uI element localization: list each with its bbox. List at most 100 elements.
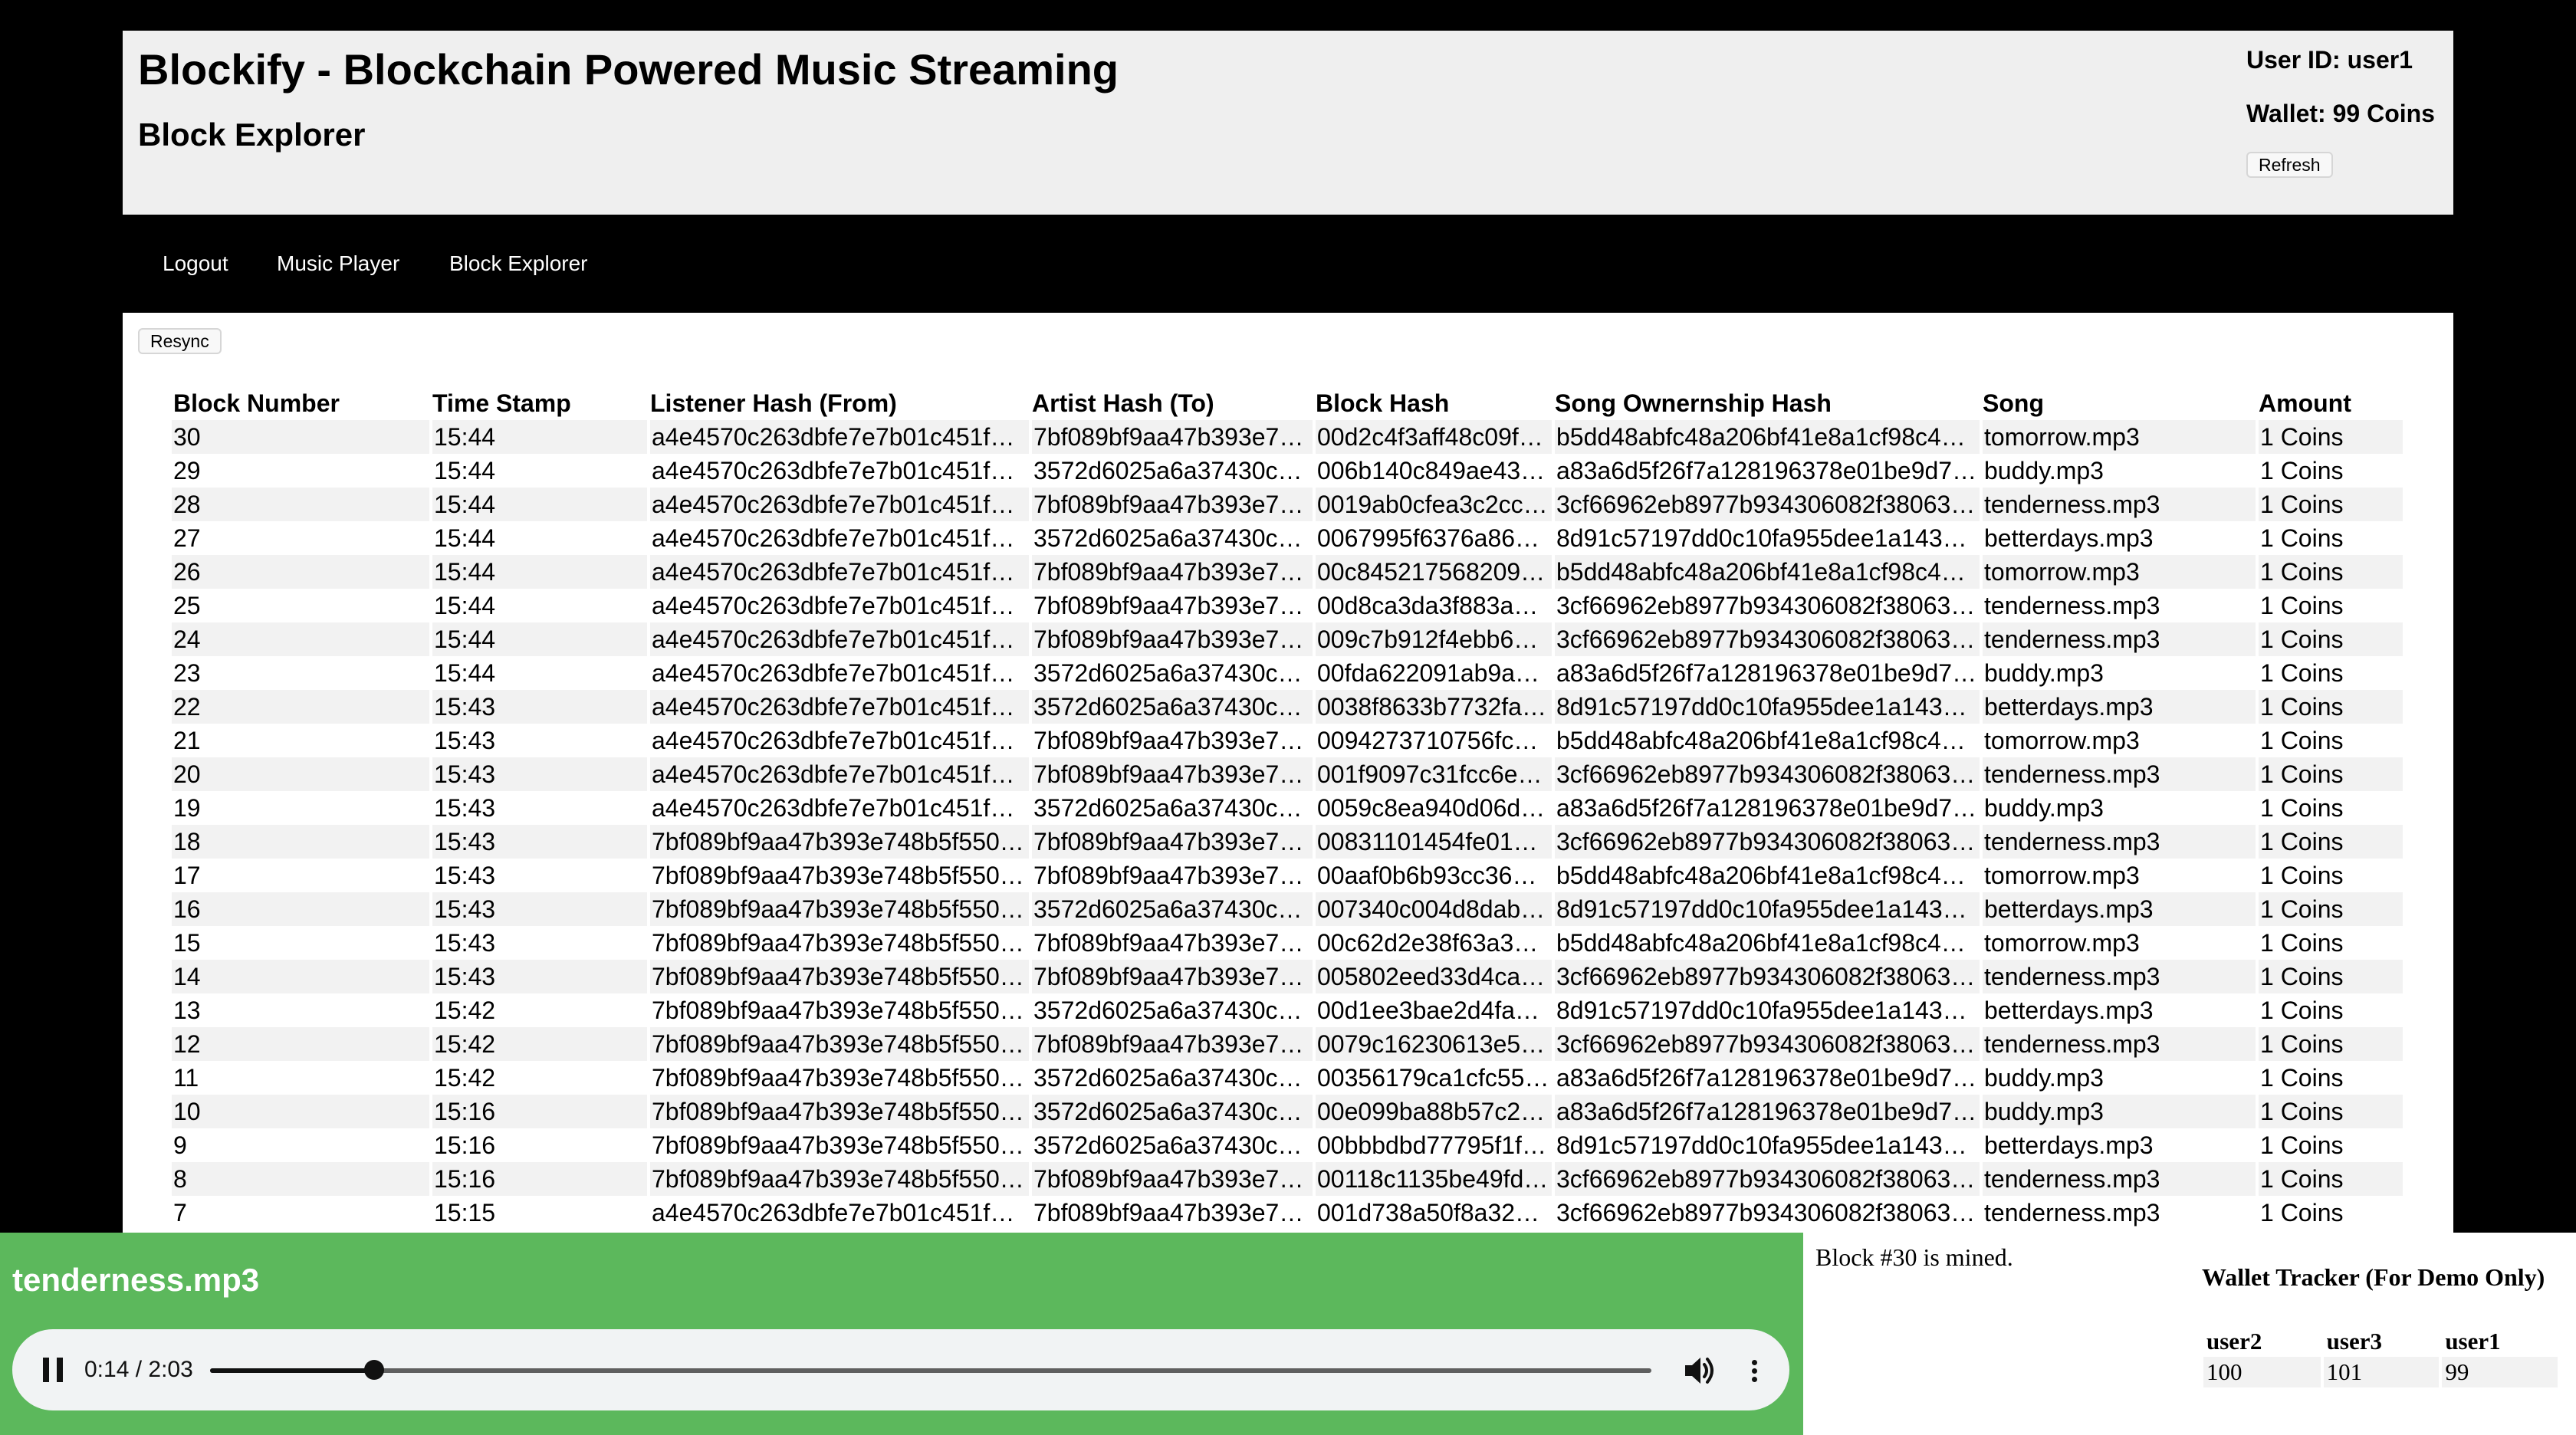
blocks-table: Block Number Time Stamp Listener Hash (Fro… [172,386,2406,1230]
song-name-cell: tomorrow.mp3 [1981,859,2259,892]
amount-cell: 1 Coins [2257,454,2406,488]
block-hash-cell: 0079c16230613e5… [1314,1027,1555,1061]
song-ownership-hash-cell: a83a6d5f26f7a128196378e01be9d7… [1553,1061,1983,1095]
column-header: Block Number [173,389,340,417]
block-number-cell: 10 [172,1095,432,1128]
amount-cell: 1 Coins [2257,960,2406,993]
artist-hash-cell: 7bf089bf9aa47b393e7… [1030,622,1316,656]
block-number-cell: 18 [172,825,432,859]
listener-hash-cell: a4e4570c263dbfe7e7b01c451f… [649,521,1032,555]
mined-message: Block #30 is mined. [1815,1243,2013,1271]
block-number-cell: 7 [172,1196,432,1230]
table-row: 25 15:44 a4e4570c263dbfe7e7b01c451f… 7bf089… [172,589,2406,622]
block-hash-cell: 00bbbdbd77795f1f… [1314,1128,1555,1162]
block-hash-cell: 00d8ca3da3f883a… [1314,589,1555,622]
artist-hash-cell: 7bf089bf9aa47b393e7… [1030,555,1316,589]
song-name-cell: buddy.mp3 [1981,791,2259,825]
pause-icon[interactable] [41,1358,64,1382]
block-hash-cell: 006b140c849ae43… [1314,454,1555,488]
table-row: 29 15:44 a4e4570c263dbfe7e7b01c451f… 3572d6… [172,454,2406,488]
now-playing-title: tenderness.mp3 [12,1262,260,1298]
table-row: 20 15:43 a4e4570c263dbfe7e7b01c451f… 7bf089… [172,757,2406,791]
amount-cell: 1 Coins [2257,825,2406,859]
artist-hash-cell: 7bf089bf9aa47b393e7… [1030,757,1316,791]
block-hash-cell: 0067995f6376a86… [1314,521,1555,555]
time-stamp-cell: 15:15 [431,1196,650,1230]
wallet-tracker-values-row: 100 101 99 [2203,1357,2561,1387]
block-hash-cell: 005802eed33d4ca… [1314,960,1555,993]
column-header: Song Ownernship Hash [1555,389,1832,417]
block-hash-cell: 00c62d2e38f63a3… [1314,926,1555,960]
amount-cell: 1 Coins [2257,656,2406,690]
table-row: 8 15:16 7bf089bf9aa47b393e748b5f550… 7bf089… [172,1162,2406,1196]
playback-time: 0:14 / 2:03 [84,1357,193,1382]
block-hash-cell: 00118c1135be49fd… [1314,1162,1555,1196]
song-name-cell: tenderness.mp3 [1981,622,2259,656]
block-hash-cell: 0059c8ea940d06d… [1314,791,1555,825]
listener-hash-cell: a4e4570c263dbfe7e7b01c451f… [649,791,1032,825]
artist-hash-cell: 7bf089bf9aa47b393e7… [1030,589,1316,622]
amount-cell: 1 Coins [2257,622,2406,656]
artist-hash-cell: 7bf089bf9aa47b393e7… [1030,960,1316,993]
status-panel: Block #30 is mined. Wallet Tracker (For … [1803,1233,2576,1435]
song-ownership-hash-cell: 3cf66962eb8977b934306082f38063… [1553,960,1983,993]
block-number-cell: 22 [172,690,432,724]
time-stamp-cell: 15:43 [431,892,650,926]
block-hash-cell: 00831101454fe01… [1314,825,1555,859]
seek-slider[interactable] [210,1360,1651,1380]
song-name-cell: tenderness.mp3 [1981,960,2259,993]
song-ownership-hash-cell: a83a6d5f26f7a128196378e01be9d7… [1553,454,1983,488]
song-ownership-hash-cell: 3cf66962eb8977b934306082f38063… [1553,1196,1983,1230]
block-hash-cell: 00c845217568209… [1314,555,1555,589]
table-body: 30 15:44 a4e4570c263dbfe7e7b01c451f… 7bf089… [172,420,2406,1230]
nav-block-explorer[interactable]: Block Explorer [449,251,588,276]
block-number-cell: 30 [172,420,432,454]
table-row: 23 15:44 a4e4570c263dbfe7e7b01c451f… 3572d6… [172,656,2406,690]
time-stamp-cell: 15:44 [431,622,650,656]
block-number-cell: 25 [172,589,432,622]
song-ownership-hash-cell: 3cf66962eb8977b934306082f38063… [1553,1027,1983,1061]
time-stamp-cell: 15:16 [431,1162,650,1196]
amount-cell: 1 Coins [2257,724,2406,757]
song-name-cell: buddy.mp3 [1981,1095,2259,1128]
amount-cell: 1 Coins [2257,589,2406,622]
listener-hash-cell: 7bf089bf9aa47b393e748b5f550… [649,1027,1032,1061]
song-ownership-hash-cell: a83a6d5f26f7a128196378e01be9d7… [1553,656,1983,690]
block-number-cell: 9 [172,1128,432,1162]
time-stamp-cell: 15:44 [431,488,650,521]
amount-cell: 1 Coins [2257,859,2406,892]
block-hash-cell: 001d738a50f8a32… [1314,1196,1555,1230]
block-hash-cell: 00e099ba88b57c2… [1314,1095,1555,1128]
more-vertical-icon[interactable] [1748,1355,1760,1386]
artist-hash-cell: 3572d6025a6a37430c… [1030,656,1316,690]
block-hash-cell: 00356179ca1cfc55… [1314,1061,1555,1095]
table-row: 7 15:15 a4e4570c263dbfe7e7b01c451f… 7bf089b… [172,1196,2406,1230]
wallet-tracker-title: Wallet Tracker (For Demo Only) [2202,1263,2545,1291]
amount-cell: 1 Coins [2257,1095,2406,1128]
seek-thumb[interactable] [363,1360,384,1380]
block-number-cell: 14 [172,960,432,993]
amount-cell: 1 Coins [2257,757,2406,791]
column-header: Song [1983,389,2044,417]
wallet-tracker-table: user2 user3 user1 100 101 99 [2203,1326,2561,1387]
wallet-user-header: user3 [2321,1326,2443,1357]
block-hash-cell: 0038f8633b7732fa… [1314,690,1555,724]
refresh-button[interactable]: Refresh [2246,152,2333,178]
wallet-user-header: user2 [2203,1326,2324,1357]
nav-logout[interactable]: Logout [163,251,228,276]
song-ownership-hash-cell: 3cf66962eb8977b934306082f38063… [1553,825,1983,859]
listener-hash-cell: a4e4570c263dbfe7e7b01c451f… [649,690,1032,724]
listener-hash-cell: 7bf089bf9aa47b393e748b5f550… [649,892,1032,926]
song-ownership-hash-cell: 3cf66962eb8977b934306082f38063… [1553,622,1983,656]
volume-icon[interactable] [1684,1355,1717,1386]
song-ownership-hash-cell: 8d91c57197dd0c10fa955dee1a143… [1553,690,1983,724]
table-row: 26 15:44 a4e4570c263dbfe7e7b01c451f… 7bf089… [172,555,2406,589]
listener-hash-cell: 7bf089bf9aa47b393e748b5f550… [649,993,1032,1027]
artist-hash-cell: 3572d6025a6a37430c… [1030,454,1316,488]
nav-music-player[interactable]: Music Player [277,251,399,276]
song-name-cell: tenderness.mp3 [1981,757,2259,791]
wallet-balance-cell: 100 [2203,1357,2324,1387]
listener-hash-cell: a4e4570c263dbfe7e7b01c451f… [649,1196,1032,1230]
table-row: 9 15:16 7bf089bf9aa47b393e748b5f550… 3572d6… [172,1128,2406,1162]
resync-button[interactable]: Resync [138,328,222,354]
